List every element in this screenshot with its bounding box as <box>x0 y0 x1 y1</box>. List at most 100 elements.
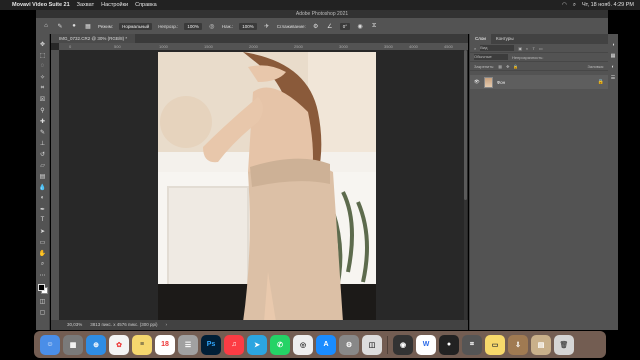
eraser-tool-icon[interactable]: ▱ <box>39 161 47 169</box>
mode-select[interactable]: Нормальный <box>119 22 153 30</box>
whatsapp-icon[interactable]: ✆ <box>270 334 290 355</box>
move-tool-icon[interactable]: ✥ <box>39 40 47 48</box>
movavi-icon[interactable]: ◉ <box>393 334 413 355</box>
menu-app-name[interactable]: Movavi Video Suite 21 <box>12 2 70 8</box>
gear-icon[interactable]: ⚙ <box>312 22 320 30</box>
documents-icon[interactable]: ▤ <box>531 334 551 355</box>
blur-tool-icon[interactable]: 💧 <box>39 183 47 191</box>
crop-tool-icon[interactable]: ⌗ <box>39 84 47 92</box>
lock-icon[interactable]: 🔒 <box>598 79 604 85</box>
filter-type-icon[interactable]: T <box>532 46 534 51</box>
dodge-tool-icon[interactable]: ◐ <box>39 194 47 202</box>
lasso-tool-icon[interactable]: ◌ <box>39 62 47 70</box>
hand-tool-icon[interactable]: ✋ <box>39 249 47 257</box>
layers-panel: Слои Контуры ⌕ Вид ▣ ◐ T ▭ Обычные Непро… <box>469 34 608 330</box>
screenshot-icon[interactable]: ⌗ <box>462 334 482 355</box>
system-preferences-icon[interactable]: ⚙ <box>339 334 359 355</box>
scrollbar-thumb[interactable] <box>464 50 467 200</box>
tab-layers[interactable]: Слои <box>470 34 491 44</box>
symmetry-icon[interactable]: ⧖ <box>370 22 378 30</box>
launchpad-icon[interactable]: ▦ <box>63 334 83 355</box>
options-bar: ⌂ ✎ ● ▦ Режим: Нормальный Непрозр.: 100%… <box>36 18 608 34</box>
wifi-icon[interactable]: ◠ <box>562 2 567 8</box>
properties-panel-icon[interactable]: ☰ <box>611 75 615 81</box>
layer-name[interactable]: Фон <box>497 80 505 85</box>
angle-field[interactable]: 0° <box>339 22 351 30</box>
zoom-level[interactable]: 30,03% <box>67 320 82 330</box>
lock-position-icon[interactable]: ✥ <box>506 64 509 69</box>
status-arrow-icon[interactable]: › <box>166 320 168 330</box>
search-icon[interactable]: ⌕ <box>573 2 576 9</box>
more-tools-icon[interactable]: ⋯ <box>39 271 47 279</box>
capture-icon[interactable]: ◫ <box>362 334 382 355</box>
music-icon[interactable]: ♫ <box>224 334 244 355</box>
filter-adjust-icon[interactable]: ◐ <box>526 46 528 51</box>
trash-icon[interactable]: 🗑 <box>554 334 574 355</box>
stamp-tool-icon[interactable]: ⊥ <box>39 139 47 147</box>
history-brush-tool-icon[interactable]: ↺ <box>39 150 47 158</box>
safari-icon[interactable]: ⊕ <box>86 334 106 355</box>
healing-tool-icon[interactable]: ✚ <box>39 117 47 125</box>
eyedropper-tool-icon[interactable]: ⚲ <box>39 106 47 114</box>
lock-label: Закрепить: <box>474 63 495 69</box>
menu-item-capture[interactable]: Захват <box>77 2 94 8</box>
photos-icon[interactable]: ✿ <box>109 334 129 355</box>
blend-mode-select[interactable]: Обычные <box>474 54 508 60</box>
flow-field[interactable]: 100% <box>239 22 257 30</box>
quick-select-tool-icon[interactable]: ✧ <box>39 73 47 81</box>
eye-icon[interactable]: 👁 <box>474 79 480 85</box>
layer-item[interactable]: 👁 Фон 🔒 <box>470 75 608 89</box>
angle-icon[interactable]: ∠ <box>326 22 334 30</box>
dock: ☺ ▦ ⊕ ✿ ≡ 18 ☰ Ps ♫ ➤ ✆ ◎ A ⚙ ◫ ◉ W ● ⌗ … <box>34 331 606 358</box>
shape-tool-icon[interactable]: ▭ <box>39 238 47 246</box>
vertical-scrollbar[interactable] <box>464 50 467 320</box>
color-swatches[interactable] <box>37 284 48 294</box>
adjustments-panel-icon[interactable]: ◐ <box>611 64 614 70</box>
pressure-icon[interactable]: ◎ <box>208 22 216 30</box>
swatches-panel-icon[interactable]: ▦ <box>611 53 616 59</box>
filter-shape-icon[interactable]: ▭ <box>539 46 543 51</box>
tab-paths[interactable]: Контуры <box>491 34 519 44</box>
calendar-icon[interactable]: 18 <box>155 334 175 355</box>
photoshop-icon[interactable]: Ps <box>201 334 221 355</box>
finder-icon[interactable]: ☺ <box>40 334 60 355</box>
folder-icon[interactable]: ▭ <box>485 334 505 355</box>
type-tool-icon[interactable]: T <box>39 216 47 224</box>
zoom-tool-icon[interactable]: ⌕ <box>39 260 47 268</box>
menu-item-help[interactable]: Справка <box>135 2 157 8</box>
lock-pixels-icon[interactable]: ▦ <box>498 64 502 69</box>
app-dark-icon[interactable]: ● <box>439 334 459 355</box>
brush-tool-icon[interactable]: ✎ <box>39 128 47 136</box>
image-canvas[interactable] <box>158 52 376 322</box>
menu-item-settings[interactable]: Настройки <box>101 2 128 8</box>
brush-settings-icon[interactable]: ▦ <box>84 22 92 30</box>
opacity-label: Непрозрачность: <box>512 54 544 60</box>
notes-icon[interactable]: ≡ <box>132 334 152 355</box>
marquee-tool-icon[interactable]: ⬚ <box>39 51 47 59</box>
pressure-size-icon[interactable]: ◉ <box>356 22 364 30</box>
chrome-icon[interactable]: ◎ <box>293 334 313 355</box>
word-icon[interactable]: W <box>416 334 436 355</box>
foreground-color-swatch[interactable] <box>37 284 45 291</box>
screen-mode-icon[interactable]: ▢ <box>39 308 47 316</box>
path-select-tool-icon[interactable]: ➤ <box>39 227 47 235</box>
quick-mask-icon[interactable]: ◫ <box>39 297 47 305</box>
airbrush-icon[interactable]: ✈ <box>263 22 271 30</box>
clock-text[interactable]: Чт, 18 нояб. 4:29 PM <box>582 2 634 8</box>
filter-pixel-icon[interactable]: ▣ <box>518 46 522 51</box>
reminders-icon[interactable]: ☰ <box>178 334 198 355</box>
home-icon[interactable]: ⌂ <box>42 22 50 30</box>
pen-tool-icon[interactable]: ✒ <box>39 205 47 213</box>
frame-tool-icon[interactable]: ☒ <box>39 95 47 103</box>
brush-size-icon[interactable]: ● <box>70 22 78 30</box>
filter-kind-select[interactable]: Вид <box>480 45 515 51</box>
brush-icon[interactable]: ✎ <box>56 22 64 30</box>
app-store-icon[interactable]: A <box>316 334 336 355</box>
gradient-tool-icon[interactable]: ▤ <box>39 172 47 180</box>
downloads-icon[interactable]: ⇩ <box>508 334 528 355</box>
lock-all-icon[interactable]: 🔒 <box>513 64 518 69</box>
opacity-field[interactable]: 100% <box>184 22 202 30</box>
document-tab[interactable]: IMG_0732.CR2 @ 30% (RGB/8) * <box>51 34 136 43</box>
color-panel-icon[interactable]: ◑ <box>611 42 614 48</box>
telegram-icon[interactable]: ➤ <box>247 334 267 355</box>
